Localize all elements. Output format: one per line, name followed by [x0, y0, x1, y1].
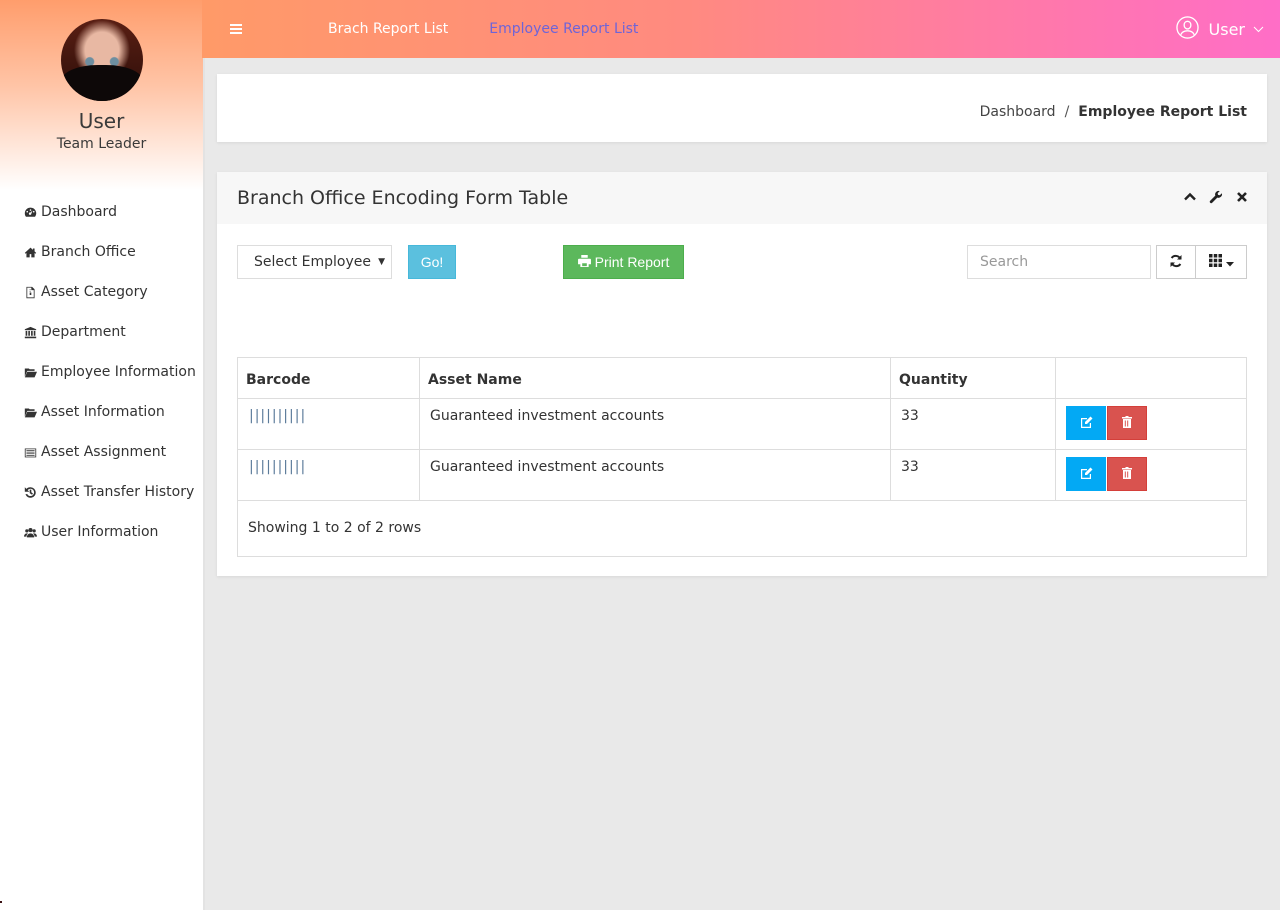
edit-button[interactable] [1066, 457, 1106, 491]
nav-employee-report-list[interactable]: Employee Report List [489, 21, 638, 37]
users-icon [22, 526, 38, 539]
breadcrumb-separator: / [1064, 104, 1070, 120]
menu-toggle-icon[interactable] [230, 24, 242, 34]
user-menu[interactable]: User [1175, 0, 1264, 58]
sidebar-item-label: Asset Information [41, 404, 165, 420]
quantity-cell: 33 [890, 449, 1056, 501]
report-panel: Branch Office Encoding Form Table Select… [217, 172, 1267, 576]
home-icon [22, 246, 38, 259]
columns-toggle-button[interactable] [1195, 245, 1247, 279]
actions-cell [1055, 449, 1247, 501]
avatar[interactable] [60, 19, 143, 101]
sidebar-item-label: Department [41, 324, 126, 340]
table-row: |||||||||| Guaranteed investment account… [237, 398, 1247, 450]
list-alt-icon [22, 446, 38, 459]
go-button[interactable]: Go! [408, 245, 456, 279]
sidebar-item-label: Branch Office [41, 244, 136, 260]
breadcrumb-dashboard[interactable]: Dashboard [980, 104, 1056, 120]
grid-icon [1208, 254, 1222, 270]
trash-icon [1122, 466, 1132, 482]
folder-open-icon [22, 406, 38, 419]
table-toolbar: Select Employee ▼ Go! Print Report [217, 172, 1267, 279]
sidebar-item-employee-information[interactable]: Employee Information [0, 352, 203, 392]
chevron-down-icon [1253, 21, 1264, 37]
sidebar-item-label: Dashboard [41, 204, 117, 220]
sidebar-item-label: Asset Category [41, 284, 148, 300]
folder-open-icon [22, 366, 38, 379]
history-icon [22, 486, 38, 499]
quantity-cell: 33 [890, 398, 1056, 450]
employee-select-value: Select Employee [254, 254, 371, 270]
user-circle-icon [1175, 15, 1199, 43]
nav-branch-report-list[interactable]: Brach Report List [328, 21, 448, 37]
column-header-actions [1055, 357, 1247, 399]
stray-pixel [0, 901, 2, 903]
profile-name: User [78, 109, 125, 133]
top-navbar: Brach Report List Employee Report List U… [202, 0, 1280, 58]
edit-icon [1080, 416, 1093, 431]
sidebar-item-label: Employee Information [41, 364, 196, 380]
sidebar-item-branch-office[interactable]: Branch Office [0, 232, 203, 272]
user-profile: User Team Leader [0, 0, 203, 190]
column-header-quantity[interactable]: Quantity [890, 357, 1056, 399]
actions-cell [1055, 398, 1247, 450]
sidebar-item-label: Asset Assignment [41, 444, 167, 460]
delete-button[interactable] [1107, 406, 1147, 440]
file-icon [22, 286, 38, 299]
sidebar-item-department[interactable]: Department [0, 312, 203, 352]
sidebar-item-asset-assignment[interactable]: Asset Assignment [0, 432, 203, 472]
breadcrumb: Dashboard / Employee Report List [217, 74, 1267, 142]
edit-button[interactable] [1066, 406, 1106, 440]
search-input[interactable] [967, 245, 1151, 279]
sidebar-item-asset-transfer-history[interactable]: Asset Transfer History [0, 472, 203, 512]
report-table-container: Barcode Asset Name Quantity |||||||||| G… [237, 357, 1247, 557]
barcode-cell: |||||||||| [237, 449, 420, 501]
profile-role: Team Leader [56, 136, 147, 152]
edit-icon [1080, 467, 1093, 482]
institution-icon [22, 326, 38, 339]
table-row: |||||||||| Guaranteed investment account… [237, 449, 1247, 501]
sidebar-item-label: User Information [41, 524, 159, 540]
sidebar-item-asset-category[interactable]: Asset Category [0, 272, 203, 312]
caret-down-icon: ▼ [378, 257, 385, 267]
dashboard-icon [22, 206, 38, 219]
sidebar-menu: Dashboard Branch Office Asset Category D… [0, 190, 203, 552]
trash-icon [1122, 415, 1132, 431]
print-report-button[interactable]: Print Report [563, 245, 684, 279]
user-name: User [1208, 19, 1245, 39]
report-table: Barcode Asset Name Quantity |||||||||| G… [237, 357, 1247, 501]
refresh-icon [1169, 254, 1183, 271]
caret-down-icon [1225, 255, 1234, 270]
sidebar-item-label: Asset Transfer History [41, 484, 195, 500]
print-report-label: Print Report [594, 254, 670, 270]
asset-name-cell: Guaranteed investment accounts [419, 449, 891, 501]
table-header-row: Barcode Asset Name Quantity [237, 357, 1247, 399]
sidebar-item-dashboard[interactable]: Dashboard [0, 192, 203, 232]
pagination-info: Showing 1 to 2 of 2 rows [237, 501, 1247, 557]
refresh-button[interactable] [1156, 245, 1196, 279]
sidebar-item-user-information[interactable]: User Information [0, 512, 203, 552]
asset-name-cell: Guaranteed investment accounts [419, 398, 891, 450]
column-header-barcode[interactable]: Barcode [237, 357, 420, 399]
breadcrumb-current: Employee Report List [1078, 104, 1247, 120]
employee-select[interactable]: Select Employee ▼ [237, 245, 392, 279]
column-header-asset-name[interactable]: Asset Name [419, 357, 891, 399]
barcode-cell: |||||||||| [237, 398, 420, 450]
print-icon [577, 254, 591, 270]
sidebar-item-asset-information[interactable]: Asset Information [0, 392, 203, 432]
delete-button[interactable] [1107, 457, 1147, 491]
sidebar: User Team Leader Dashboard Branch Office… [0, 0, 205, 910]
